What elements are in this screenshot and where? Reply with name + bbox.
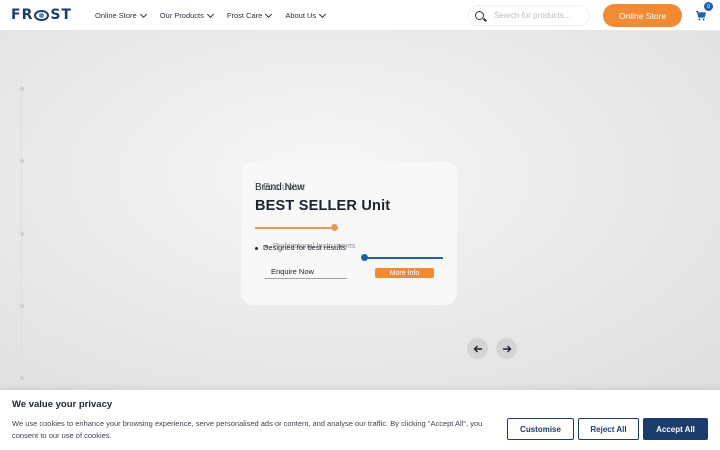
reject-all-button[interactable]: Reject All (578, 418, 639, 440)
logo-text-right: ST (50, 7, 72, 23)
cart-count-badge: 0 (704, 2, 713, 11)
hero-title-overlay: BEST SELLER Unit (255, 198, 390, 214)
arrow-right-icon (502, 345, 511, 352)
hero-slider: Brand New Exclusive BEST SELLER Unit Des… (0, 31, 720, 390)
site-header: FR ST Online Store Our Products Frost Ca… (0, 0, 720, 31)
chevron-down-icon (139, 10, 147, 18)
prev-slide-button[interactable] (467, 338, 488, 359)
title-underline (255, 227, 333, 229)
title-underline-dot (331, 224, 338, 231)
slide-progress-track[interactable] (363, 257, 443, 259)
nav-label: Online Store (95, 11, 137, 20)
slide-progress-knob[interactable] (361, 254, 368, 261)
frost-logo[interactable]: FR ST (11, 7, 72, 23)
accept-all-button[interactable]: Accept All (643, 418, 708, 440)
slide-progress-line (21, 81, 22, 381)
main-nav: Online Store Our Products Frost Care Abo… (95, 0, 339, 31)
slide-dot-5[interactable] (19, 376, 24, 380)
slide-dot-2[interactable] (19, 159, 24, 163)
hero-eyebrow-overlay: Exclusive (263, 182, 306, 193)
slide-dot-4[interactable] (19, 304, 24, 308)
arrow-left-icon (473, 345, 482, 352)
cookie-banner: We value your privacy We use cookies to … (0, 390, 720, 450)
hero-bullet-overlay: Professional Instruments (265, 241, 356, 250)
chevron-down-icon (206, 10, 214, 18)
search-box (468, 5, 590, 26)
hero-card: Brand New Exclusive BEST SELLER Unit Des… (241, 161, 457, 305)
next-slide-button[interactable] (496, 338, 517, 359)
enquire-now-button[interactable]: Enquire Now (271, 267, 314, 276)
nav-item-online-store[interactable]: Online Store (95, 10, 147, 20)
nav-label: Frost Care (226, 11, 263, 20)
slide-dot-3[interactable] (19, 232, 24, 236)
customise-button[interactable]: Customise (507, 418, 574, 440)
title-overlay-text: BEST SELLER (255, 198, 358, 214)
nav-item-about-us[interactable]: About Us (285, 10, 327, 20)
nav-label: Our Products (159, 11, 204, 20)
nav-item-our-products[interactable]: Our Products (159, 10, 214, 20)
hero-title: Unit (361, 198, 391, 214)
eye-icon (34, 9, 50, 21)
cookie-title: We value your privacy (12, 399, 113, 410)
nav-label: About Us (285, 11, 317, 20)
search-input[interactable] (494, 11, 584, 20)
more-info-button[interactable]: More Info (375, 268, 434, 278)
nav-item-frost-care[interactable]: Frost Care (226, 10, 273, 20)
logo-text-left: FR (11, 7, 34, 23)
online-store-button[interactable]: Online Store (603, 4, 682, 27)
cookie-description: We use cookies to enhance your browsing … (12, 419, 483, 440)
slide-dot-1[interactable] (19, 87, 24, 91)
search-icon[interactable] (475, 11, 484, 20)
chevron-down-icon (319, 10, 327, 18)
cart-icon (696, 10, 707, 21)
cart-button[interactable]: 0 (695, 2, 713, 21)
chevron-down-icon (265, 10, 273, 18)
enquire-underline (265, 278, 347, 279)
